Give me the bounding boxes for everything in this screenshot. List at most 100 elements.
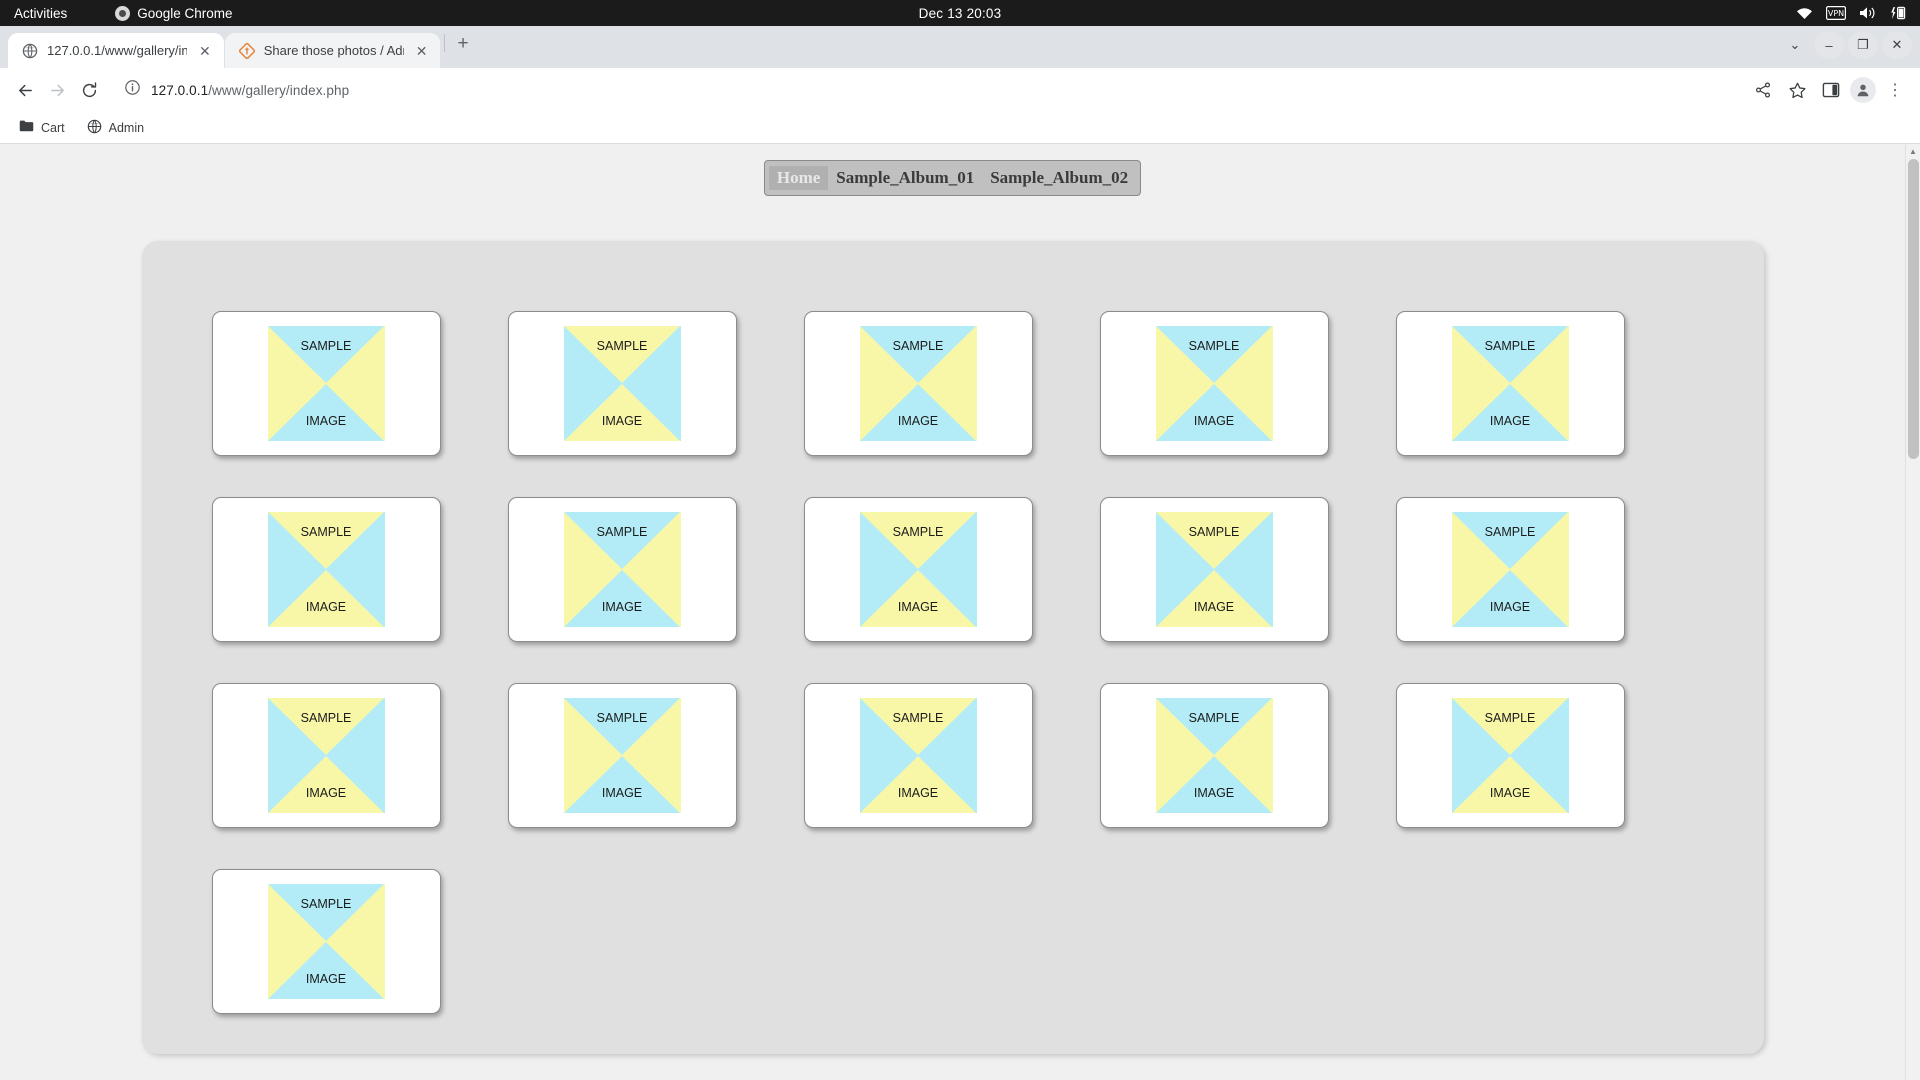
globe-icon [87, 119, 102, 137]
gallery-thumbnail[interactable]: SAMPLE IMAGE [507, 683, 737, 828]
sample-image: SAMPLE IMAGE [563, 512, 681, 627]
nav-link-sample-album-02[interactable]: Sample_Album_02 [982, 166, 1136, 190]
gallery-thumbnail[interactable]: SAMPLE IMAGE [507, 497, 737, 642]
battery-icon [1890, 6, 1906, 20]
forward-button[interactable] [42, 75, 72, 105]
active-app-indicator[interactable]: Google Chrome [115, 5, 233, 21]
system-tray[interactable]: VPN [1796, 0, 1906, 26]
gallery-thumbnail[interactable]: SAMPLE IMAGE [803, 311, 1033, 456]
sample-image: SAMPLE IMAGE [563, 698, 681, 813]
sample-image-label-bottom: IMAGE [1193, 414, 1235, 428]
sample-image-wedge-bottom [563, 756, 680, 813]
sample-image-label-top: SAMPLE [300, 339, 352, 353]
sample-image: SAMPLE IMAGE [1451, 698, 1569, 813]
chrome-menu-button[interactable]: ⋮ [1880, 75, 1910, 105]
sample-image-label-bottom: IMAGE [601, 786, 643, 800]
vpn-icon: VPN [1826, 6, 1846, 20]
nav-link-home[interactable]: Home [768, 166, 829, 190]
sample-image: SAMPLE IMAGE [1451, 512, 1569, 627]
minimize-button[interactable]: – [1814, 31, 1844, 59]
reload-button[interactable] [74, 75, 104, 105]
clock[interactable]: Dec 13 20:03 [919, 6, 1002, 21]
sample-image-label-bottom: IMAGE [1489, 600, 1531, 614]
sample-image-wedge-top [267, 698, 384, 755]
sample-image: SAMPLE IMAGE [859, 512, 977, 627]
sample-image-wedge-bottom [1451, 756, 1568, 813]
gallery-thumbnail[interactable]: SAMPLE IMAGE [211, 683, 441, 828]
thumbnail-grid: SAMPLE IMAGE SAMPLE IMAGE SAMPLE IMAGE SAMPLE I… [211, 311, 1764, 1014]
page-scrollbar[interactable]: ▲ [1905, 144, 1920, 1080]
back-button[interactable] [10, 75, 40, 105]
sample-image: SAMPLE IMAGE [563, 326, 681, 441]
sample-image-wedge-top [563, 512, 680, 569]
scrollbar-thumb[interactable] [1908, 159, 1919, 459]
gallery-thumbnail[interactable]: SAMPLE IMAGE [1395, 497, 1625, 642]
sample-image-label-bottom: IMAGE [1489, 786, 1531, 800]
sample-image-wedge-bottom [267, 942, 384, 999]
browser-tab-0[interactable]: 127.0.0.1/www/gallery/in ✕ [8, 33, 224, 68]
site-info-icon[interactable] [124, 79, 141, 101]
sample-image-label-top: SAMPLE [1484, 525, 1536, 539]
sample-image-label-bottom: IMAGE [897, 414, 939, 428]
gallery-thumbnail[interactable]: SAMPLE IMAGE [211, 869, 441, 1014]
sample-image-wedge-top [859, 326, 976, 383]
browser-toolbar: 127.0.0.1/www/gallery/index.php ⋮ [0, 68, 1920, 112]
new-tab-button[interactable]: + [449, 33, 476, 61]
gallery-thumbnail[interactable]: SAMPLE IMAGE [803, 497, 1033, 642]
sample-image-wedge-bottom [267, 384, 384, 441]
sample-image-wedge-top [267, 512, 384, 569]
bookmark-cart-label: Cart [41, 120, 65, 135]
sample-image-label-bottom: IMAGE [601, 414, 643, 428]
sample-image-label-bottom: IMAGE [1489, 414, 1531, 428]
maximize-button[interactable]: ❐ [1848, 31, 1878, 59]
gallery-thumbnail[interactable]: SAMPLE IMAGE [1395, 683, 1625, 828]
sample-image-wedge-top [267, 326, 384, 383]
gallery-wrapper: SAMPLE IMAGE SAMPLE IMAGE SAMPLE IMAGE SAMPLE I… [0, 241, 1905, 1054]
chrome-icon [115, 5, 131, 21]
activities-button[interactable]: Activities [0, 6, 79, 21]
share-icon[interactable] [1748, 75, 1778, 105]
sample-image-wedge-bottom [267, 756, 384, 813]
sample-image-wedge-bottom [1155, 570, 1272, 627]
close-window-button[interactable]: ✕ [1882, 31, 1912, 59]
sample-image-label-top: SAMPLE [892, 339, 944, 353]
browser-tab-1-close-icon[interactable]: ✕ [413, 42, 431, 60]
url-path: /www/gallery/index.php [208, 82, 350, 98]
gallery-thumbnail[interactable]: SAMPLE IMAGE [1099, 683, 1329, 828]
tab-search-chevron-down-icon[interactable]: ⌄ [1780, 31, 1810, 59]
address-bar[interactable]: 127.0.0.1/www/gallery/index.php [114, 75, 1740, 105]
scroll-up-arrow-icon[interactable]: ▲ [1906, 144, 1920, 159]
window-controls: ⌄ – ❐ ✕ [1780, 31, 1912, 59]
profile-avatar[interactable] [1850, 77, 1876, 103]
sample-image: SAMPLE IMAGE [1451, 326, 1569, 441]
gallery-thumbnail[interactable]: SAMPLE IMAGE [211, 497, 441, 642]
gallery-thumbnail[interactable]: SAMPLE IMAGE [803, 683, 1033, 828]
nav-link-sample-album-01[interactable]: Sample_Album_01 [828, 166, 982, 190]
active-app-label: Google Chrome [137, 5, 233, 21]
browser-tab-0-close-icon[interactable]: ✕ [196, 42, 214, 60]
side-panel-icon[interactable] [1816, 75, 1846, 105]
gallery-thumbnail[interactable]: SAMPLE IMAGE [1099, 311, 1329, 456]
gallery-thumbnail[interactable]: SAMPLE IMAGE [211, 311, 441, 456]
browser-tab-strip: 127.0.0.1/www/gallery/in ✕ Share those p… [0, 26, 1920, 68]
bookmark-admin[interactable]: Admin [78, 115, 153, 141]
sample-image-wedge-top [563, 698, 680, 755]
bookmark-cart[interactable]: Cart [10, 115, 74, 140]
page-viewport: Home Sample_Album_01 Sample_Album_02 SAM… [0, 144, 1920, 1080]
gallery-thumbnail[interactable]: SAMPLE IMAGE [507, 311, 737, 456]
globe-icon [22, 43, 38, 59]
gallery-thumbnail[interactable]: SAMPLE IMAGE [1395, 311, 1625, 456]
sample-image-wedge-bottom [1451, 570, 1568, 627]
sample-image-wedge-bottom [859, 570, 976, 627]
svg-text:VPN: VPN [1828, 9, 1844, 18]
star-icon[interactable] [1782, 75, 1812, 105]
gallery-thumbnail[interactable]: SAMPLE IMAGE [1099, 497, 1329, 642]
sample-image-wedge-top [1155, 512, 1272, 569]
sample-image: SAMPLE IMAGE [267, 512, 385, 627]
browser-tab-1-title: Share those photos / Adm [263, 43, 404, 58]
browser-tab-1[interactable]: Share those photos / Adm ✕ [224, 33, 441, 68]
sample-image: SAMPLE IMAGE [267, 884, 385, 999]
sample-image-wedge-bottom [563, 570, 680, 627]
sample-image-label-top: SAMPLE [1484, 711, 1536, 725]
gallery-diamond-icon [238, 42, 255, 59]
